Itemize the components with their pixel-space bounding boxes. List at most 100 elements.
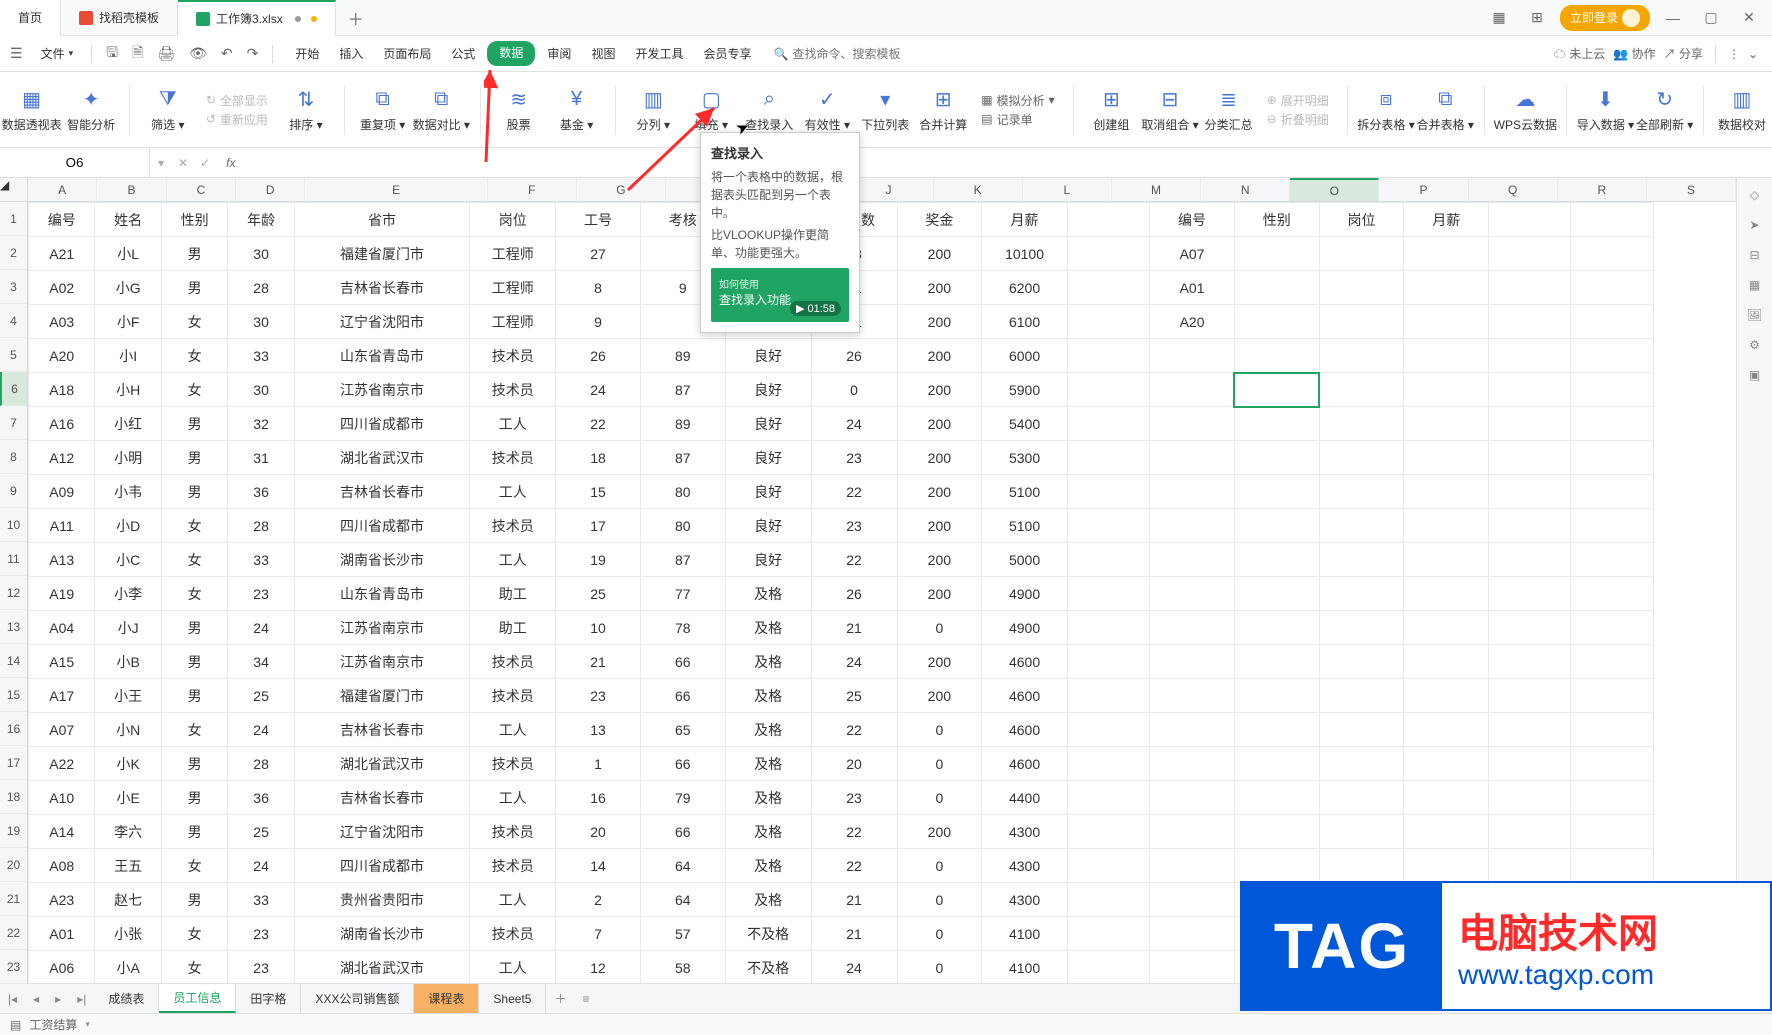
cell[interactable]: 27 (556, 237, 641, 271)
row-header-6[interactable]: 6 (0, 372, 27, 406)
row-header-22[interactable]: 22 (0, 916, 27, 950)
cell[interactable] (1150, 951, 1235, 984)
save-as-icon[interactable]: 🗎 (128, 38, 147, 70)
cell[interactable]: 小L (95, 237, 161, 271)
cell[interactable]: 技术员 (470, 441, 556, 475)
cell[interactable] (1404, 645, 1489, 679)
header-cell[interactable]: 月薪 (1404, 203, 1489, 237)
cell[interactable] (1234, 849, 1319, 883)
cell[interactable]: 36 (228, 475, 294, 509)
cell[interactable] (1571, 407, 1653, 441)
col-header-A[interactable]: A (28, 178, 97, 201)
cell[interactable]: 吉林省长春市 (294, 781, 469, 815)
cell[interactable] (1319, 271, 1404, 305)
fund-button[interactable]: ¥基金 ▾ (557, 87, 597, 133)
cell[interactable]: 13 (556, 713, 641, 747)
cell[interactable] (1150, 441, 1235, 475)
cell[interactable]: A13 (29, 543, 95, 577)
cell[interactable]: A10 (29, 781, 95, 815)
cell[interactable] (1489, 271, 1571, 305)
header-cell[interactable]: 编号 (29, 203, 95, 237)
row-header-12[interactable]: 12 (0, 576, 27, 610)
cell[interactable] (1234, 781, 1319, 815)
cell[interactable]: 小F (95, 305, 161, 339)
cell[interactable]: 0 (897, 917, 982, 951)
expand-detail-button[interactable]: ⊕ 展开明细 (1267, 92, 1329, 109)
cell[interactable]: 福建省厦门市 (294, 679, 469, 713)
cell[interactable] (1234, 713, 1319, 747)
reapply-button[interactable]: ↺ 重新应用 (206, 111, 268, 128)
cell[interactable] (1489, 713, 1571, 747)
sheet-list-button[interactable]: ≡ (574, 992, 597, 1006)
cell[interactable] (1067, 339, 1149, 373)
cell[interactable]: 吉林省长春市 (294, 271, 469, 305)
cell[interactable] (1404, 237, 1489, 271)
cell[interactable]: 22 (556, 407, 641, 441)
cell[interactable]: 23 (556, 679, 641, 713)
sheet-prev-button[interactable]: ◂ (25, 992, 47, 1006)
cell[interactable] (1489, 237, 1571, 271)
cell[interactable] (1150, 713, 1235, 747)
cell[interactable] (1234, 475, 1319, 509)
cell[interactable] (1571, 271, 1653, 305)
cell[interactable] (1404, 339, 1489, 373)
cell[interactable]: 16 (556, 781, 641, 815)
dropdown-list-button[interactable]: ▾下拉列表 (865, 87, 905, 133)
cell[interactable]: 女 (161, 849, 227, 883)
cell[interactable]: 30 (228, 237, 294, 271)
cell[interactable]: 4300 (982, 815, 1068, 849)
cell[interactable]: 男 (161, 237, 227, 271)
cell[interactable]: 技术员 (470, 679, 556, 713)
cell[interactable] (1571, 645, 1653, 679)
minimize-button[interactable]: — (1658, 3, 1688, 33)
cell[interactable] (1319, 679, 1404, 713)
cell[interactable] (1571, 305, 1653, 339)
menu-tab-8[interactable]: 会员专享 (695, 41, 759, 66)
sheet-tab-0[interactable]: 成绩表 (94, 984, 159, 1013)
cell[interactable]: 5900 (982, 373, 1068, 407)
cell[interactable]: 80 (640, 475, 725, 509)
cell[interactable]: 33 (228, 543, 294, 577)
cell[interactable] (1489, 747, 1571, 781)
cell[interactable]: 200 (897, 305, 982, 339)
cell[interactable] (1150, 407, 1235, 441)
cell[interactable] (1319, 509, 1404, 543)
wps-cloud-button[interactable]: ☁WPS云数据 (1503, 87, 1549, 133)
record-form-button[interactable]: ▤ 记录单 (981, 111, 1054, 128)
cell[interactable] (1067, 713, 1149, 747)
cell[interactable]: 10 (556, 611, 641, 645)
cell[interactable]: 工人 (470, 407, 556, 441)
cell[interactable]: 22 (811, 713, 897, 747)
row-header-4[interactable]: 4 (0, 304, 27, 338)
cell[interactable]: 21 (811, 917, 897, 951)
cell[interactable]: 小C (95, 543, 161, 577)
row-header-15[interactable]: 15 (0, 678, 27, 712)
cell[interactable]: 小K (95, 747, 161, 781)
select-all-cell[interactable]: ◢ (0, 178, 27, 202)
row-header-11[interactable]: 11 (0, 542, 27, 576)
cell[interactable]: 女 (161, 339, 227, 373)
cell[interactable]: 不及格 (725, 917, 811, 951)
cell[interactable]: 技术员 (470, 339, 556, 373)
cell[interactable] (1571, 781, 1653, 815)
cell[interactable] (1067, 373, 1149, 407)
cell[interactable] (1150, 815, 1235, 849)
cell[interactable]: 23 (811, 441, 897, 475)
header-cell[interactable]: 编号 (1150, 203, 1235, 237)
cell[interactable] (1404, 577, 1489, 611)
cell[interactable]: 技术员 (470, 815, 556, 849)
cell[interactable] (1067, 237, 1149, 271)
cell[interactable]: 四川省成都市 (294, 849, 469, 883)
validation-button[interactable]: ✓有效性 ▾ (807, 87, 847, 133)
header-cell[interactable] (1489, 203, 1571, 237)
cell[interactable]: 200 (897, 679, 982, 713)
cell[interactable] (1489, 815, 1571, 849)
data-compare-button[interactable]: ⧉数据对比 ▾ (421, 87, 462, 133)
login-button[interactable]: 立即登录 (1560, 5, 1650, 31)
cell[interactable]: 26 (811, 339, 897, 373)
cell[interactable]: 及格 (725, 747, 811, 781)
cell[interactable]: 小张 (95, 917, 161, 951)
cell[interactable]: A11 (29, 509, 95, 543)
cell[interactable]: 女 (161, 917, 227, 951)
cell[interactable]: 山东省青岛市 (294, 339, 469, 373)
